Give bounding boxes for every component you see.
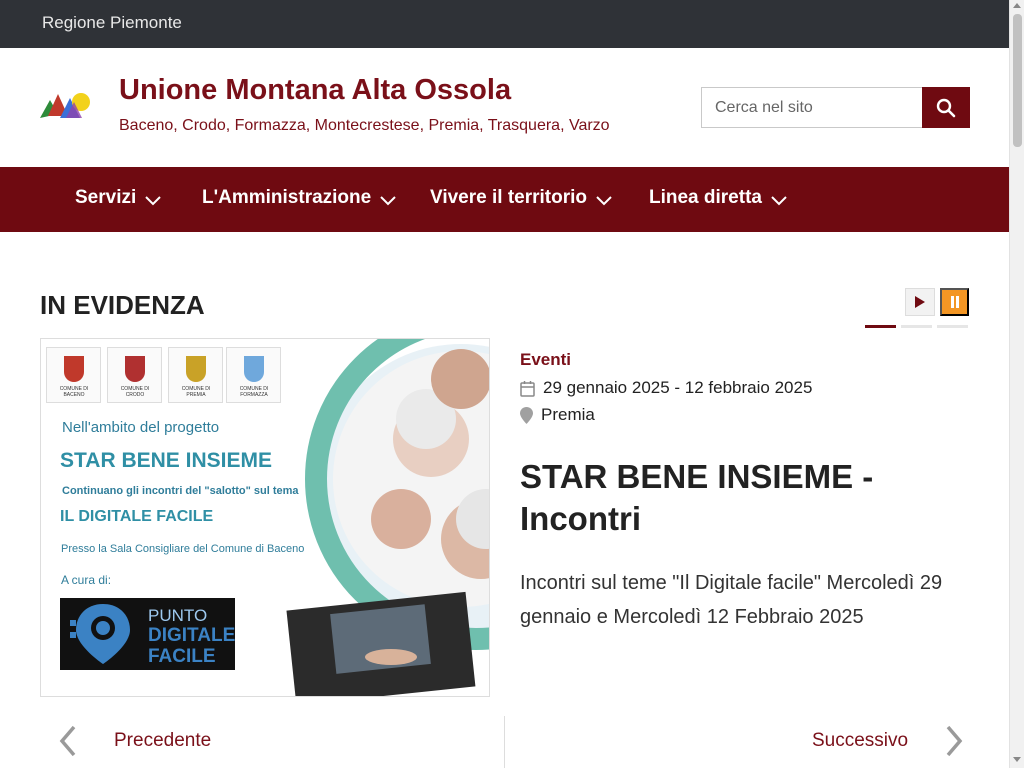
search-icon	[936, 98, 956, 117]
crest-shield	[244, 356, 264, 382]
play-icon	[915, 296, 925, 308]
calendar-icon	[520, 380, 535, 397]
nav-item-label: Vivere il territorio	[430, 187, 587, 208]
crest-shield	[125, 356, 145, 382]
crest-caption: COMUNE DI BACENO	[59, 386, 89, 398]
previous-slide-button[interactable]: Precedente	[58, 724, 211, 758]
image-place: Presso la Sala Consigliare del Comune di…	[61, 543, 305, 555]
event-category[interactable]: Eventi	[520, 350, 571, 370]
main-nav: Servizi L'Amministrazione Vivere il terr…	[0, 167, 1009, 232]
logo-text-facile: FACILE	[148, 646, 216, 667]
carousel-play-button[interactable]	[905, 288, 935, 316]
image-subline: Continuano gli incontri del "salotto" su…	[62, 485, 299, 497]
site-logo[interactable]	[40, 88, 90, 122]
event-headline[interactable]: STAR BENE INSIEME - Incontri	[520, 456, 960, 540]
carousel-indicator-3[interactable]	[937, 325, 968, 328]
crest-caption: COMUNE DI FORMAZZA	[239, 386, 269, 398]
chevron-down-icon	[145, 196, 161, 206]
next-label: Successivo	[812, 730, 909, 751]
scroll-up-arrow[interactable]	[1013, 3, 1021, 8]
search-input[interactable]	[701, 87, 923, 128]
pager-divider	[504, 716, 505, 768]
punto-digitale-logo: PUNTO DIGITALE FACILE	[60, 598, 235, 670]
site-title[interactable]: Unione Montana Alta Ossola	[119, 74, 511, 107]
scroll-thumb[interactable]	[1013, 14, 1022, 147]
event-location: Premia	[541, 405, 595, 424]
pause-icon	[950, 296, 959, 308]
logo-text-digitale: DIGITALE	[148, 625, 236, 646]
chevron-left-icon	[59, 725, 76, 757]
logo-text-punto: PUNTO	[148, 606, 208, 625]
chevron-down-icon	[596, 196, 612, 206]
event-date: 29 gennaio 2025 - 12 febbraio 2025	[543, 378, 813, 397]
search-button[interactable]	[922, 87, 970, 128]
crest-crodo: COMUNE DI CRODO	[107, 347, 162, 403]
nav-item-label: L'Amministrazione	[202, 187, 372, 208]
event-location-row: Premia	[520, 405, 595, 425]
page-scrollbar[interactable]	[1009, 0, 1024, 768]
nav-item-linea-diretta[interactable]: Linea diretta	[649, 187, 788, 209]
image-project-title: STAR BENE INSIEME	[60, 449, 272, 472]
crest-baceno: COMUNE DI BACENO	[46, 347, 101, 403]
image-topic: IL DIGITALE FACILE	[60, 508, 214, 525]
carousel-pause-button[interactable]	[940, 288, 969, 316]
event-date-row: 29 gennaio 2025 - 12 febbraio 2025	[520, 378, 812, 398]
nav-item-label: Linea diretta	[649, 187, 762, 208]
location-pin-icon	[70, 604, 130, 664]
carousel-indicator-1[interactable]	[865, 325, 896, 328]
event-description: Incontri sul teme "Il Digitale facile" M…	[520, 572, 943, 628]
crest-formazza: COMUNE DI FORMAZZA	[226, 347, 281, 403]
chevron-down-icon	[380, 196, 396, 206]
region-link[interactable]: Regione Piemonte	[42, 13, 182, 33]
image-curated: A cura di:	[61, 573, 112, 587]
carousel-indicator-2[interactable]	[901, 325, 932, 328]
site-header: Unione Montana Alta Ossola Baceno, Crodo…	[0, 48, 1009, 167]
scroll-down-arrow[interactable]	[1013, 757, 1021, 762]
crest-shield	[186, 356, 206, 382]
section-title: IN EVIDENZA	[40, 290, 205, 320]
crest-shield	[64, 356, 84, 382]
map-pin-icon	[520, 406, 533, 424]
crest-caption: COMUNE DI CRODO	[120, 386, 150, 398]
crest-caption: COMUNE DI PREMIA	[181, 386, 211, 398]
crest-premia: COMUNE DI PREMIA	[168, 347, 223, 403]
previous-label: Precedente	[114, 730, 212, 751]
image-intro-text: Nell'ambito del progetto	[62, 419, 220, 436]
nav-item-amministrazione[interactable]: L'Amministrazione	[202, 187, 397, 209]
site-subtitle: Baceno, Crodo, Formazza, Montecrestese, …	[119, 117, 610, 134]
nav-item-label: Servizi	[75, 187, 137, 208]
chevron-down-icon	[771, 196, 787, 206]
top-bar: Regione Piemonte	[0, 0, 1009, 48]
chevron-right-icon	[946, 725, 963, 757]
nav-item-servizi[interactable]: Servizi	[75, 187, 162, 209]
nav-item-vivere-territorio[interactable]: Vivere il territorio	[430, 187, 613, 209]
event-image[interactable]: COMUNE DI BACENO COMUNE DI CRODO COMUNE …	[40, 338, 490, 697]
next-slide-button[interactable]: Successivo	[812, 724, 964, 758]
